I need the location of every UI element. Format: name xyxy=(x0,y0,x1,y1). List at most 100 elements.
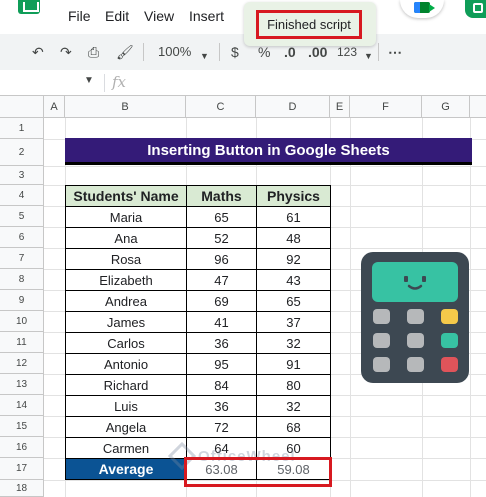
row-header-3[interactable]: 3 xyxy=(0,166,44,185)
maths-cell[interactable]: 95 xyxy=(186,353,257,375)
row-header-6[interactable]: 6 xyxy=(0,227,44,248)
maths-cell[interactable]: 36 xyxy=(186,395,257,417)
sheet-title[interactable]: Inserting Button in Google Sheets xyxy=(65,138,472,165)
paint-format-icon[interactable]: 🖌 xyxy=(116,43,134,61)
fx-icon: fx xyxy=(112,73,127,91)
row-header-14[interactable]: 14 xyxy=(0,395,44,416)
student-name-cell[interactable]: Richard xyxy=(65,374,187,396)
calculator-screen xyxy=(372,262,458,302)
physics-cell[interactable]: 91 xyxy=(256,353,331,375)
physics-cell[interactable]: 68 xyxy=(256,416,331,438)
row-header-16[interactable]: 16 xyxy=(0,437,44,458)
header-physics[interactable]: Physics xyxy=(256,185,331,207)
student-name-cell[interactable]: James xyxy=(65,311,187,333)
column-header-g[interactable]: G xyxy=(422,96,470,118)
column-header-f[interactable]: F xyxy=(350,96,422,118)
formula-bar: ▼ fx xyxy=(0,70,486,96)
student-name-cell[interactable]: Ana xyxy=(65,227,187,249)
table-row: Andrea 69 65 xyxy=(65,290,331,312)
row-header-11[interactable]: 11 xyxy=(0,332,44,353)
menu-file[interactable]: File xyxy=(68,8,91,24)
column-header-overflow xyxy=(470,96,486,118)
average-label[interactable]: Average xyxy=(65,458,187,480)
meet-icon[interactable] xyxy=(400,0,444,18)
physics-cell[interactable]: 32 xyxy=(256,395,331,417)
share-button[interactable] xyxy=(465,0,486,18)
name-box-dropdown-icon[interactable]: ▼ xyxy=(84,75,94,86)
sheets-logo-icon[interactable] xyxy=(18,0,40,14)
maths-cell[interactable]: 36 xyxy=(186,332,257,354)
more-options-icon[interactable]: ⋯ xyxy=(388,43,402,61)
maths-cell[interactable]: 41 xyxy=(186,311,257,333)
student-name-cell[interactable]: Luis xyxy=(65,395,187,417)
physics-cell[interactable]: 61 xyxy=(256,206,331,228)
student-name-cell[interactable]: Carlos xyxy=(65,332,187,354)
row-header-4[interactable]: 4 xyxy=(0,185,44,206)
header-students-name[interactable]: Students' Name xyxy=(65,185,187,207)
header-maths[interactable]: Maths xyxy=(186,185,257,207)
student-name-cell[interactable]: Antonio xyxy=(65,353,187,375)
student-name-cell[interactable]: Elizabeth xyxy=(65,269,187,291)
row-header-7[interactable]: 7 xyxy=(0,248,44,269)
table-row: Richard 84 80 xyxy=(65,374,331,396)
physics-cell[interactable]: 32 xyxy=(256,332,331,354)
row-header-13[interactable]: 13 xyxy=(0,374,44,395)
maths-cell[interactable]: 65 xyxy=(186,206,257,228)
column-header-c[interactable]: C xyxy=(186,96,256,118)
table-row: Elizabeth 47 43 xyxy=(65,269,331,291)
zoom-dropdown-icon[interactable]: ▼ xyxy=(200,47,209,65)
table-row: Maria 65 61 xyxy=(65,206,331,228)
column-header-b[interactable]: B xyxy=(65,96,186,118)
undo-icon[interactable]: ↶ xyxy=(32,43,44,61)
menu-bar: File Edit View Insert xyxy=(0,0,486,34)
table-header-row: Students' Name Maths Physics xyxy=(65,185,331,207)
maths-cell[interactable]: 72 xyxy=(186,416,257,438)
maths-cell[interactable]: 52 xyxy=(186,227,257,249)
student-name-cell[interactable]: Maria xyxy=(65,206,187,228)
script-toast: Finished script xyxy=(244,2,376,46)
physics-cell[interactable]: 80 xyxy=(256,374,331,396)
student-name-cell[interactable]: Rosa xyxy=(65,248,187,270)
physics-cell[interactable]: 92 xyxy=(256,248,331,270)
physics-cell[interactable]: 37 xyxy=(256,311,331,333)
student-name-cell[interactable]: Andrea xyxy=(65,290,187,312)
physics-cell[interactable]: 65 xyxy=(256,290,331,312)
table-row: Luis 36 32 xyxy=(65,395,331,417)
column-header-d[interactable]: D xyxy=(256,96,330,118)
row-header-8[interactable]: 8 xyxy=(0,269,44,290)
column-header-e[interactable]: E xyxy=(330,96,350,118)
column-header-a[interactable]: A xyxy=(44,96,65,118)
physics-cell[interactable]: 48 xyxy=(256,227,331,249)
row-header-10[interactable]: 10 xyxy=(0,311,44,332)
row-header-12[interactable]: 12 xyxy=(0,353,44,374)
student-table: Students' Name Maths Physics Maria 65 61… xyxy=(65,185,331,480)
menu-edit[interactable]: Edit xyxy=(105,8,129,24)
print-icon[interactable]: ⎙ xyxy=(88,43,99,61)
toast-message: Finished script xyxy=(256,10,362,39)
physics-cell[interactable]: 43 xyxy=(256,269,331,291)
row-header-2[interactable]: 2 xyxy=(0,139,44,166)
menu-view[interactable]: View xyxy=(144,8,174,24)
select-all-corner[interactable] xyxy=(0,96,44,118)
calculator-button-icon[interactable] xyxy=(361,252,469,383)
toolbar: ↶ ↷ ⎙ 🖌 100% ▼ $ % .0 .00 123 ▼ ⋯ xyxy=(0,34,486,70)
zoom-select[interactable]: 100% xyxy=(158,43,191,61)
maths-cell[interactable]: 84 xyxy=(186,374,257,396)
table-row: James 41 37 xyxy=(65,311,331,333)
maths-cell[interactable]: 69 xyxy=(186,290,257,312)
table-row: Carlos 36 32 xyxy=(65,332,331,354)
currency-format-button[interactable]: $ xyxy=(231,43,239,61)
redo-icon[interactable]: ↷ xyxy=(60,43,72,61)
row-header-18[interactable]: 18 xyxy=(0,480,44,497)
maths-cell[interactable]: 96 xyxy=(186,248,257,270)
row-header-9[interactable]: 9 xyxy=(0,290,44,311)
table-row: Ana 52 48 xyxy=(65,227,331,249)
row-header-17[interactable]: 17 xyxy=(0,458,44,480)
row-header-5[interactable]: 5 xyxy=(0,206,44,227)
maths-cell[interactable]: 47 xyxy=(186,269,257,291)
row-header-15[interactable]: 15 xyxy=(0,416,44,437)
number-format-dropdown-icon[interactable]: ▼ xyxy=(364,47,373,65)
row-header-1[interactable]: 1 xyxy=(0,118,44,139)
menu-insert[interactable]: Insert xyxy=(189,8,224,24)
student-name-cell[interactable]: Angela xyxy=(65,416,187,438)
